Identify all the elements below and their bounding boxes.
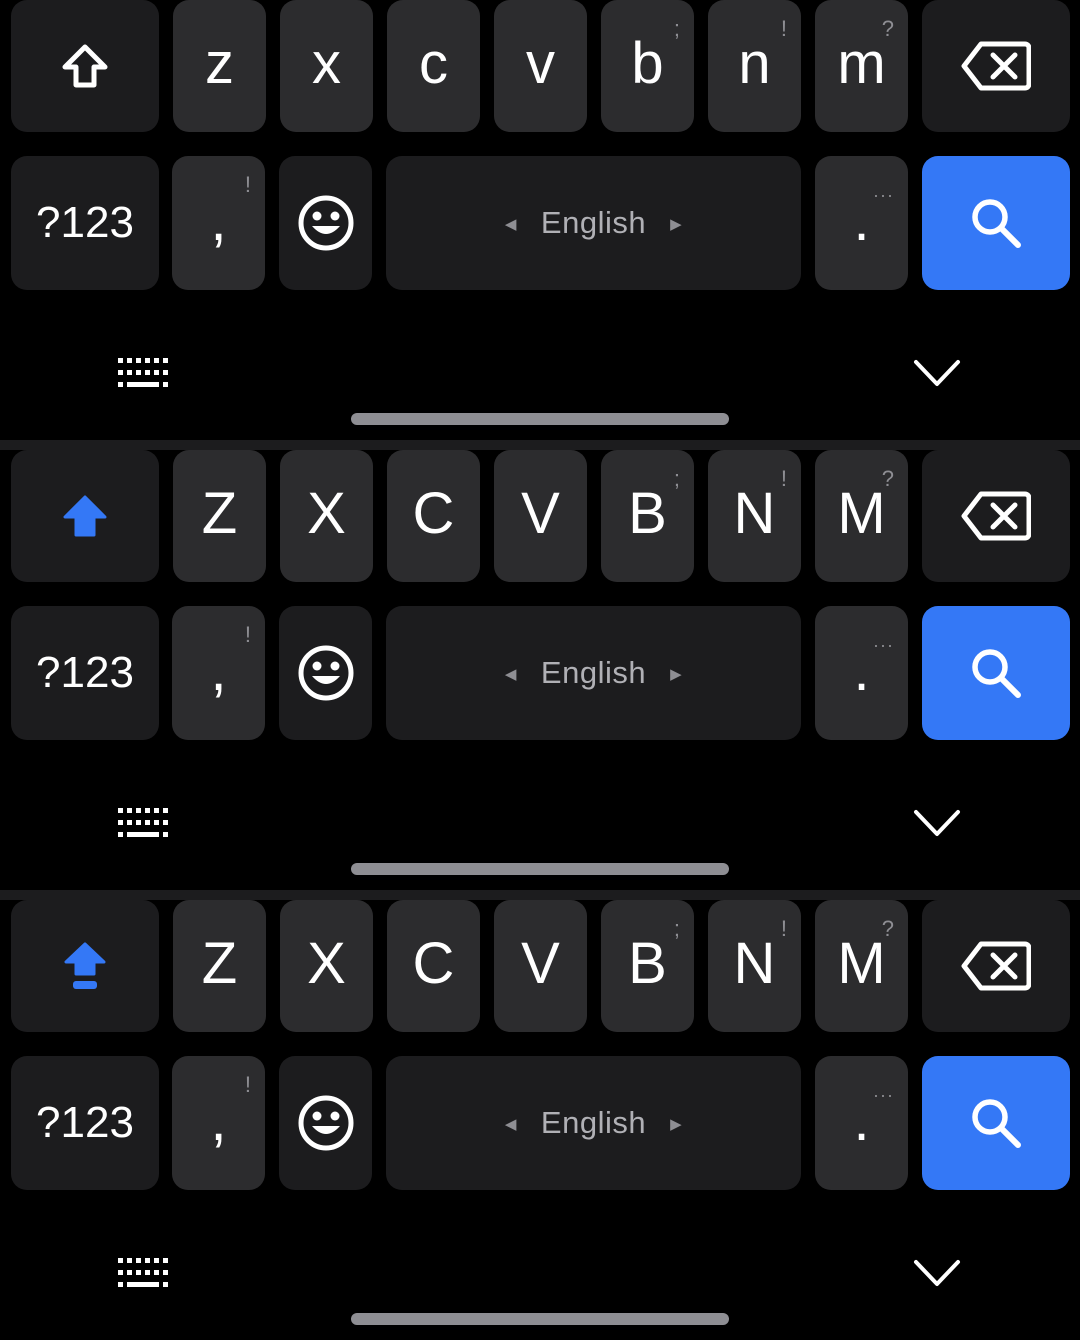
smiley-icon xyxy=(298,645,353,701)
key-hint: ? xyxy=(881,916,894,941)
shift-key[interactable] xyxy=(11,450,159,582)
shift-filled-icon xyxy=(63,495,107,537)
keyboard-icon[interactable] xyxy=(116,806,170,840)
keyboard-panel-caps-lock: Z X C V B ; N ! M ? ?123 , ! ◀ English ▶… xyxy=(0,900,1080,1340)
keyboard-icon[interactable] xyxy=(116,1256,170,1290)
backspace-icon xyxy=(961,41,1031,91)
language-right-arrow: ▶ xyxy=(670,666,683,683)
key-m[interactable]: M ? xyxy=(815,450,908,582)
language-label: English xyxy=(540,655,647,690)
home-indicator[interactable] xyxy=(351,413,729,425)
key-v[interactable]: V xyxy=(494,450,587,582)
symbols-key[interactable]: ?123 xyxy=(11,156,159,290)
key-z[interactable]: z xyxy=(173,0,266,132)
search-key[interactable] xyxy=(922,156,1070,290)
search-key[interactable] xyxy=(922,1056,1070,1190)
key-hint: ; xyxy=(673,466,680,491)
key-x[interactable]: x xyxy=(280,0,373,132)
key-v[interactable]: v xyxy=(494,0,587,132)
key-n[interactable]: N ! xyxy=(708,450,801,582)
panel-divider xyxy=(0,440,1080,450)
comma-key[interactable]: , ! xyxy=(172,1056,265,1190)
key-b[interactable]: B ; xyxy=(601,450,694,582)
key-x[interactable]: X xyxy=(280,900,373,1032)
search-icon xyxy=(972,199,1021,248)
backspace-icon xyxy=(961,491,1031,541)
shift-key[interactable] xyxy=(11,0,159,132)
key-hint: ? xyxy=(881,466,894,491)
chevron-down-icon[interactable] xyxy=(912,356,962,390)
backspace-key[interactable] xyxy=(922,900,1070,1032)
language-left-arrow: ◀ xyxy=(504,1116,517,1133)
home-indicator[interactable] xyxy=(351,863,729,875)
space-bar[interactable]: ◀ English ▶ xyxy=(386,606,801,740)
panel-divider xyxy=(0,890,1080,900)
search-icon xyxy=(972,1099,1021,1148)
key-hint: ; xyxy=(673,16,680,41)
language-left-arrow: ◀ xyxy=(504,216,517,233)
search-key[interactable] xyxy=(922,606,1070,740)
key-c[interactable]: C xyxy=(387,450,480,582)
chevron-down-icon[interactable] xyxy=(912,1256,962,1290)
comma-key[interactable]: , ! xyxy=(172,156,265,290)
period-key[interactable]: . ··· xyxy=(815,1056,908,1190)
emoji-key[interactable] xyxy=(279,1056,372,1190)
key-n[interactable]: n ! xyxy=(708,0,801,132)
space-bar[interactable]: ◀ English ▶ xyxy=(386,156,801,290)
shift-outline-icon xyxy=(62,44,108,88)
keyboard-icon[interactable] xyxy=(116,356,170,390)
language-label: English xyxy=(540,1105,647,1140)
backspace-key[interactable] xyxy=(922,450,1070,582)
symbols-key[interactable]: ?123 xyxy=(11,606,159,740)
key-hint: ··· xyxy=(873,185,894,205)
caps-lock-icon xyxy=(64,942,106,989)
key-v[interactable]: V xyxy=(494,900,587,1032)
space-bar[interactable]: ◀ English ▶ xyxy=(386,1056,801,1190)
keyboard-panel-shift: Z X C V B ; N ! M ? ?123 , ! ◀ English ▶… xyxy=(0,450,1080,890)
key-x[interactable]: X xyxy=(280,450,373,582)
keyboard-panel-lowercase: z x c v b ; n ! m ? ?123 , ! ◀ English ▶… xyxy=(0,0,1080,440)
key-z[interactable]: Z xyxy=(173,900,266,1032)
language-right-arrow: ▶ xyxy=(670,1116,683,1133)
key-m[interactable]: M ? xyxy=(815,900,908,1032)
key-hint: ! xyxy=(244,1072,251,1097)
chevron-down-icon[interactable] xyxy=(912,806,962,840)
key-hint: ! xyxy=(780,466,787,491)
key-hint: ! xyxy=(244,172,251,197)
period-key[interactable]: . ··· xyxy=(815,156,908,290)
key-c[interactable]: C xyxy=(387,900,480,1032)
key-b[interactable]: b ; xyxy=(601,0,694,132)
key-hint: ? xyxy=(881,16,894,41)
emoji-key[interactable] xyxy=(279,606,372,740)
key-hint: ; xyxy=(673,916,680,941)
comma-key[interactable]: , ! xyxy=(172,606,265,740)
backspace-key[interactable] xyxy=(922,0,1070,132)
key-c[interactable]: c xyxy=(387,0,480,132)
key-hint: ! xyxy=(780,916,787,941)
key-hint: ! xyxy=(244,622,251,647)
language-left-arrow: ◀ xyxy=(504,666,517,683)
emoji-key[interactable] xyxy=(279,156,372,290)
language-label: English xyxy=(540,205,647,240)
backspace-icon xyxy=(961,941,1031,991)
key-b[interactable]: B ; xyxy=(601,900,694,1032)
smiley-icon xyxy=(298,195,353,251)
symbols-key[interactable]: ?123 xyxy=(11,1056,159,1190)
key-hint: ! xyxy=(780,16,787,41)
language-right-arrow: ▶ xyxy=(670,216,683,233)
caps-lock-key[interactable] xyxy=(11,900,159,1032)
key-m[interactable]: m ? xyxy=(815,0,908,132)
period-key[interactable]: . ··· xyxy=(815,606,908,740)
key-hint: ··· xyxy=(873,635,894,655)
smiley-icon xyxy=(298,1095,353,1151)
key-n[interactable]: N ! xyxy=(708,900,801,1032)
key-z[interactable]: Z xyxy=(173,450,266,582)
home-indicator[interactable] xyxy=(351,1313,729,1325)
search-icon xyxy=(972,649,1021,698)
key-hint: ··· xyxy=(873,1085,894,1105)
